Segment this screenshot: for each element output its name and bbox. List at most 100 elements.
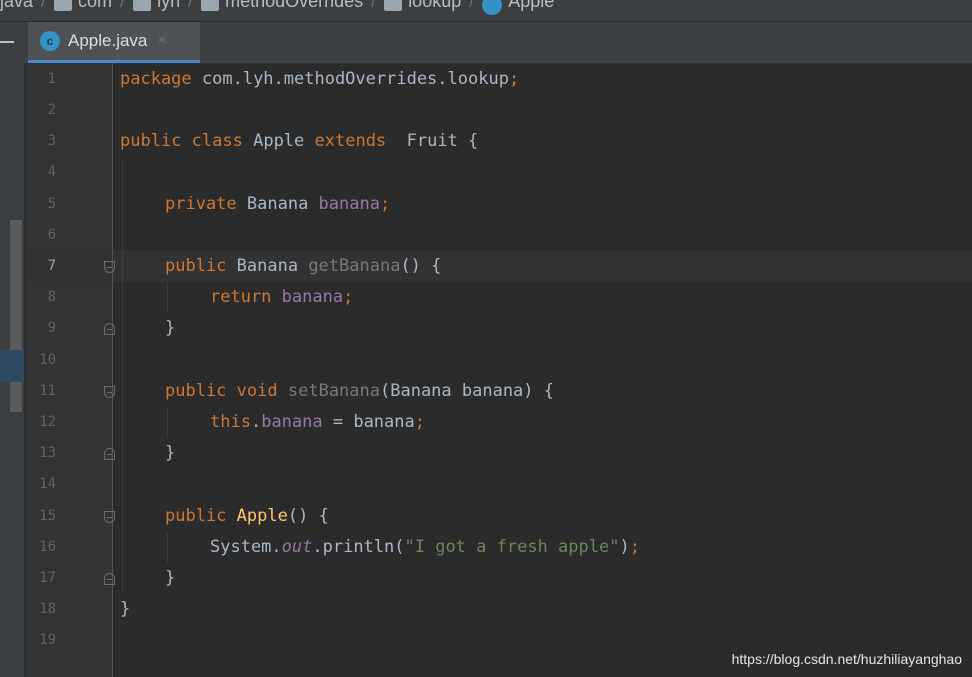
collapse-icon[interactable] — [0, 41, 14, 43]
closing-brace: } — [165, 568, 176, 588]
keyword: public — [165, 506, 227, 526]
code-line-9[interactable]: } — [165, 313, 175, 344]
code-line-16[interactable]: System.out.println("I got a fresh apple"… — [210, 532, 640, 563]
fold-icon[interactable] — [104, 323, 115, 335]
code-text: = banana — [322, 412, 415, 432]
method-name: setBanana — [287, 381, 380, 401]
line-number: 6 — [47, 227, 56, 243]
strip-marker — [0, 350, 24, 382]
line-number: 5 — [47, 196, 56, 212]
line-number: 12 — [39, 414, 56, 430]
breadcrumb-separator: / — [469, 0, 475, 11]
keyword: extends — [314, 131, 387, 151]
keyword: this — [210, 412, 251, 432]
keyword: void — [236, 381, 278, 401]
code-line-1[interactable]: package com.lyh.methodOverrides.lookup; — [120, 64, 519, 95]
code-text: (Banana banana) { — [380, 381, 554, 401]
breadcrumb-label: Apple — [508, 0, 555, 11]
keyword: public — [120, 131, 182, 151]
code-text: . — [250, 412, 262, 432]
breadcrumb-item-methodoverrides[interactable]: methodOverrides — [201, 0, 363, 12]
indent-guide — [167, 282, 168, 313]
fold-icon[interactable] — [104, 448, 115, 460]
line-number: 18 — [39, 601, 56, 617]
breadcrumb-item-lyh[interactable]: lyh — [133, 0, 180, 12]
line-number: 4 — [47, 164, 56, 180]
folder-icon — [384, 0, 403, 11]
code-line-8[interactable]: return banana; — [210, 282, 353, 313]
code-line-18[interactable]: } — [120, 594, 130, 625]
breadcrumb-item-com[interactable]: com — [54, 0, 112, 12]
semicolon: ; — [629, 537, 640, 557]
class-icon: c — [40, 31, 60, 51]
code-line-3[interactable]: public class Apple extends Fruit { — [120, 126, 478, 157]
line-number: 14 — [39, 476, 56, 492]
closing-brace: } — [165, 443, 176, 463]
semicolon: ; — [343, 287, 354, 307]
fold-icon[interactable] — [104, 511, 115, 523]
fold-icon[interactable] — [104, 261, 115, 273]
breadcrumb-item-apple[interactable]: Apple — [482, 0, 555, 15]
field-name: banana — [281, 287, 344, 307]
semicolon: ; — [414, 412, 425, 432]
keyword: package — [120, 69, 192, 89]
line-number: 3 — [47, 133, 56, 149]
breadcrumb-label: com — [78, 0, 113, 11]
breadcrumb-label: lyh — [157, 0, 181, 11]
editor-tab-bar: c Apple.java × — [0, 22, 972, 64]
breadcrumb-label: java — [0, 0, 34, 11]
code-line-7[interactable]: public Banana getBanana() { — [165, 251, 441, 282]
keyword: return — [210, 287, 272, 307]
line-number: 10 — [39, 352, 56, 368]
code-text: com.lyh.methodOverrides.lookup — [191, 69, 509, 89]
code-text: () { — [400, 256, 442, 276]
keyword: class — [191, 131, 243, 151]
code-line-13[interactable]: } — [165, 438, 175, 469]
breadcrumb-label: lookup — [408, 0, 462, 11]
code-text: ) — [619, 537, 630, 557]
field-name: banana — [318, 194, 380, 214]
closing-brace: } — [165, 318, 176, 338]
tab-title: Apple.java — [68, 31, 148, 50]
line-number-current: 7 — [47, 258, 56, 274]
keyword: public — [165, 256, 227, 276]
code-line-5[interactable]: private Banana banana; — [165, 189, 390, 220]
type-name: Banana — [226, 256, 309, 276]
closing-brace: } — [120, 599, 131, 619]
code-line-11[interactable]: public void setBanana(Banana banana) { — [165, 376, 554, 407]
line-number: 1 — [47, 71, 56, 87]
line-number: 11 — [39, 383, 56, 399]
static-field: out — [281, 537, 313, 557]
strip-scrollbar[interactable] — [10, 220, 22, 412]
close-icon[interactable]: × — [157, 32, 166, 50]
structure-strip — [0, 63, 24, 677]
breadcrumb: java / com / lyh / methodOverrides / loo… — [0, 0, 555, 15]
string-literal: "I got a fresh apple" — [404, 537, 620, 557]
folder-icon — [133, 0, 152, 11]
breadcrumb-separator: / — [371, 0, 377, 11]
breadcrumb-separator: / — [120, 0, 126, 11]
code-line-17[interactable]: } — [165, 563, 175, 594]
code-line-15[interactable]: public Apple() { — [165, 501, 329, 532]
breadcrumb-item-lookup[interactable]: lookup — [384, 0, 461, 12]
semicolon: ; — [508, 69, 520, 89]
breadcrumb-label: methodOverrides — [225, 0, 364, 11]
breadcrumb-item-java[interactable]: java — [0, 0, 33, 12]
indent-guide — [122, 157, 123, 594]
code-text: () { — [287, 506, 329, 526]
indent-guide — [167, 407, 168, 438]
fold-icon[interactable] — [104, 386, 115, 398]
line-number: 16 — [39, 539, 56, 555]
tab-apple-java[interactable]: c Apple.java × — [28, 22, 200, 63]
keyword: public — [165, 381, 227, 401]
fold-icon[interactable] — [104, 573, 115, 585]
line-number: 17 — [39, 570, 56, 586]
code-line-12[interactable]: this.banana = banana; — [210, 407, 425, 438]
watermark: https://blog.csdn.net/huzhiliayanghao — [731, 651, 962, 667]
class-name: Apple — [242, 131, 315, 151]
type-name: Banana — [236, 194, 319, 214]
breadcrumb-separator: / — [41, 0, 47, 11]
keyword: private — [165, 194, 237, 214]
class-icon — [482, 0, 503, 15]
field-name: banana — [261, 412, 323, 432]
